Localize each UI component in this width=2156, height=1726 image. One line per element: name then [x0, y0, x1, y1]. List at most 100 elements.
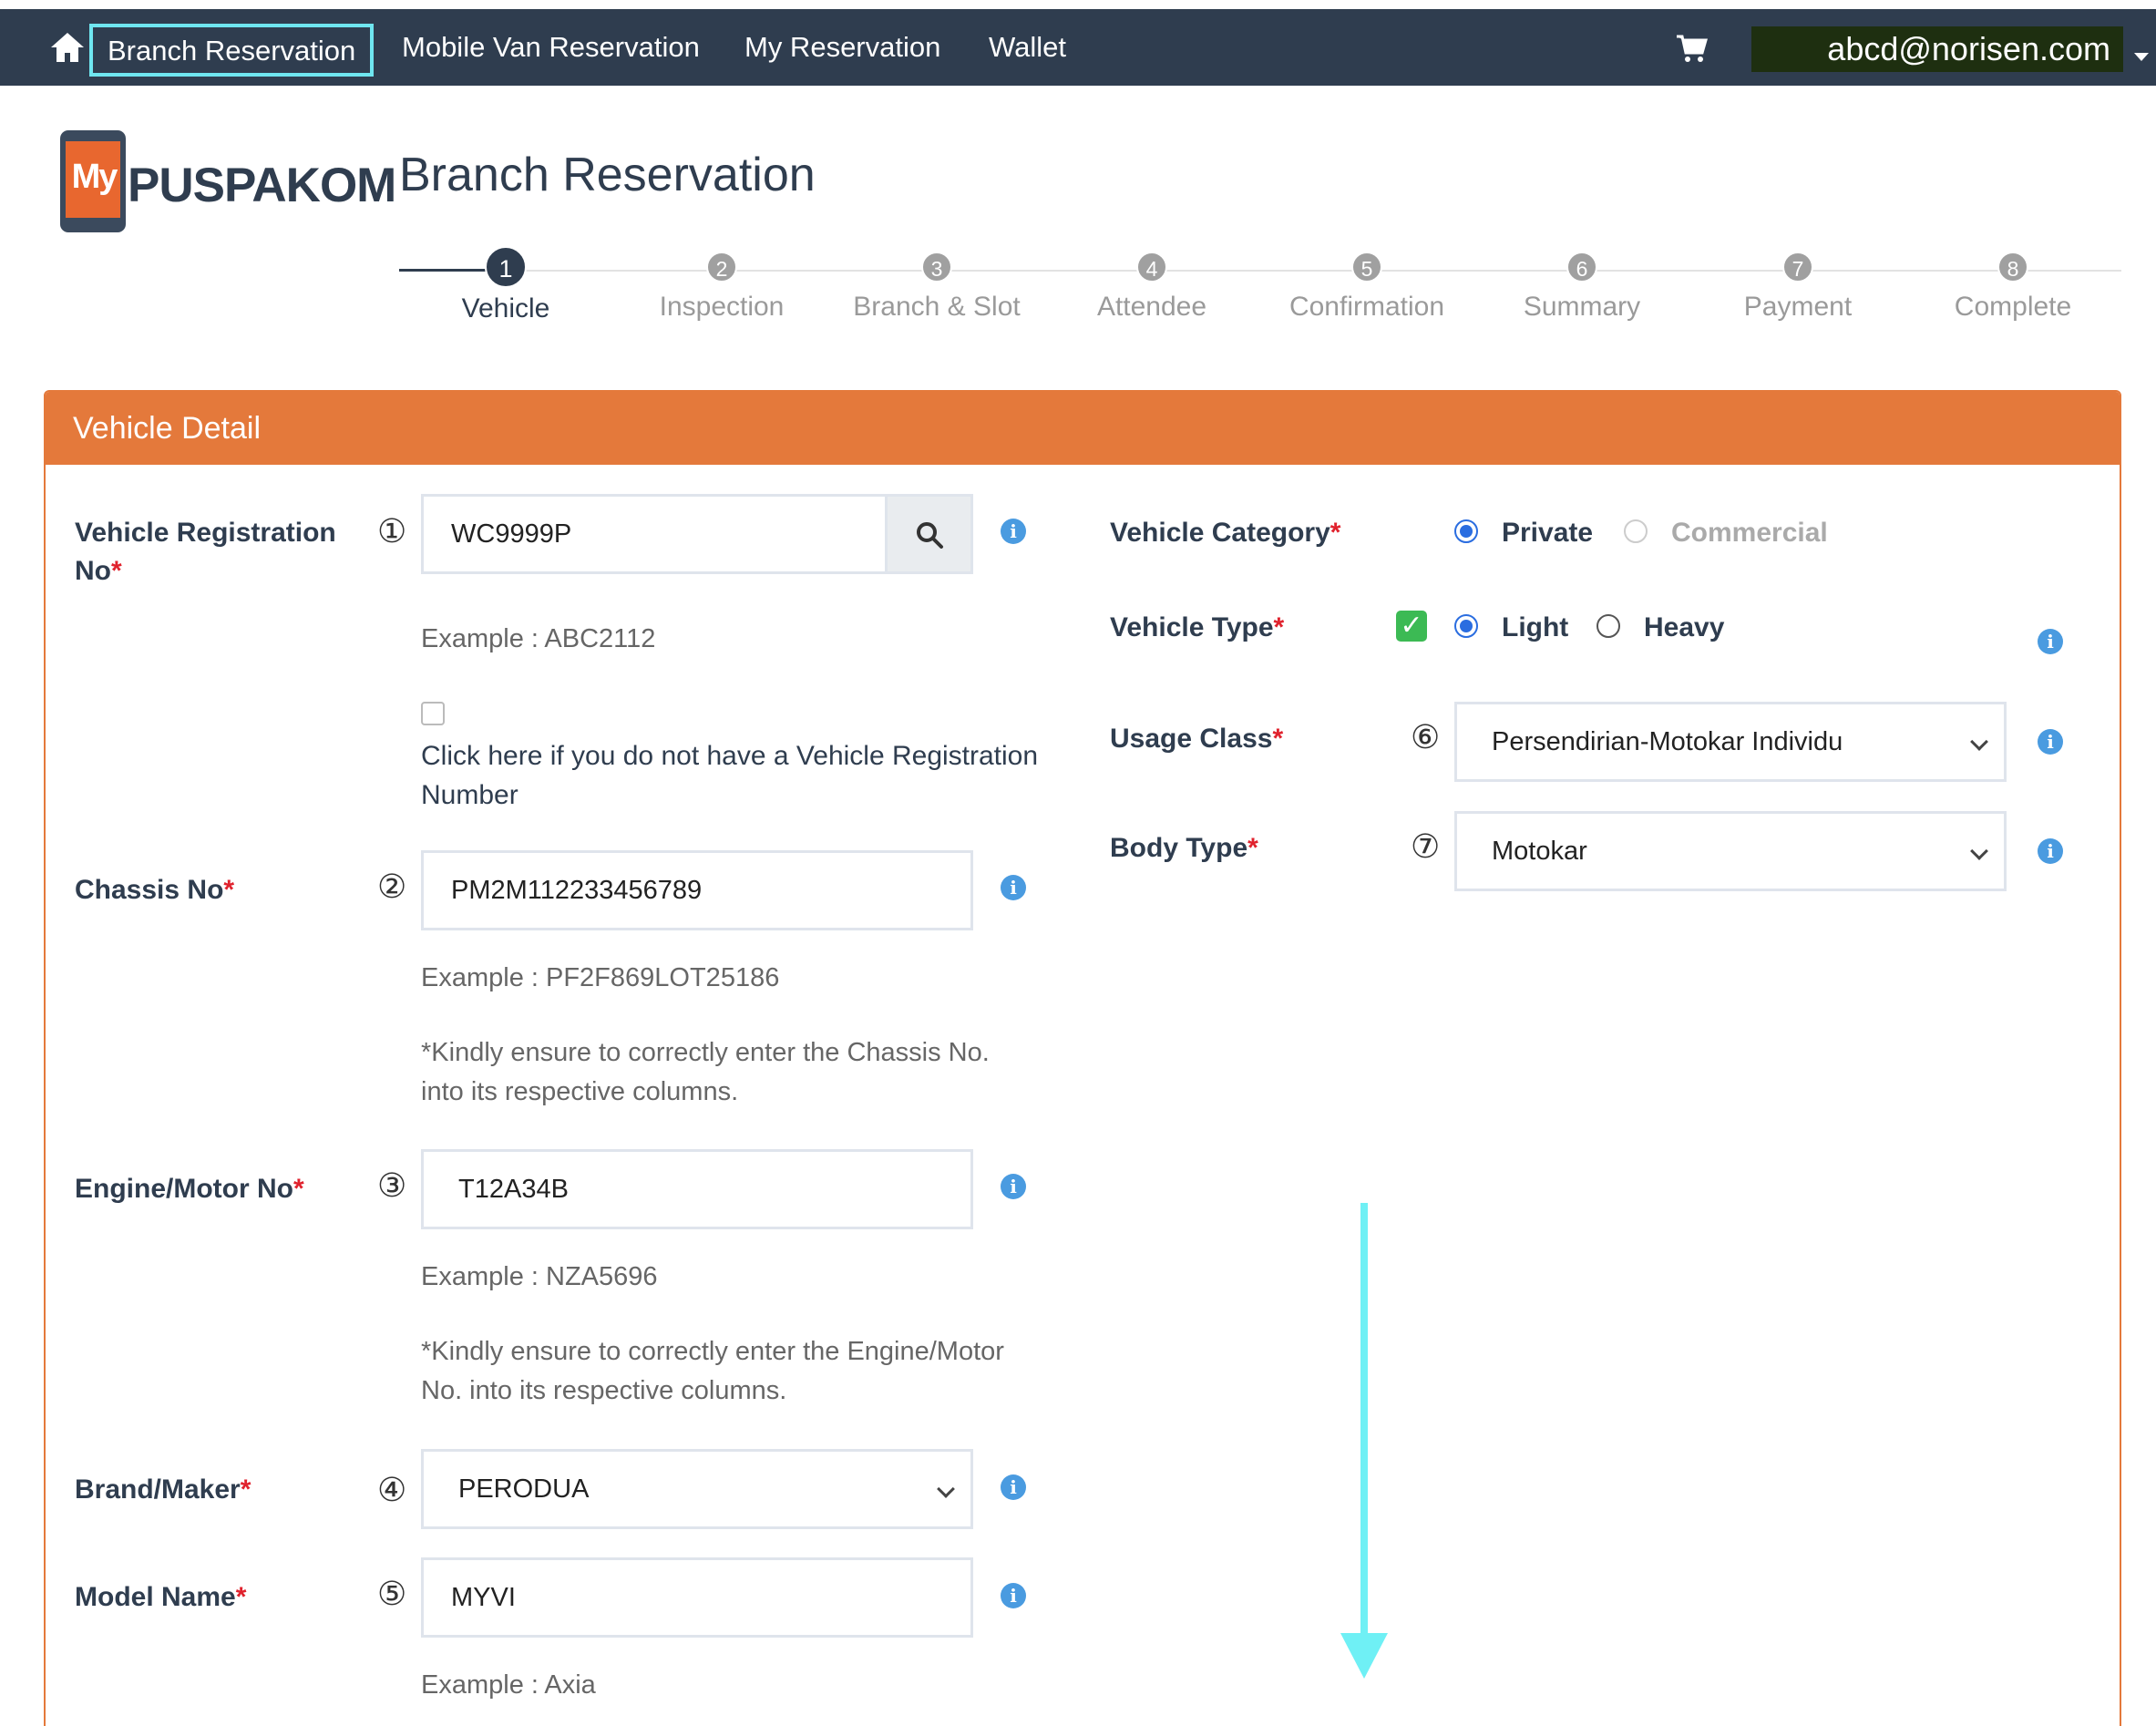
note-line-2: into its respective columns. — [421, 1077, 739, 1106]
brand-select[interactable]: PERODUA — [421, 1449, 973, 1529]
usage-class-select[interactable]: Persendirian-Motokar Individu — [1454, 702, 2007, 782]
nav-my-reservation[interactable]: My Reservation — [744, 9, 940, 86]
step-label: Branch & Slot — [853, 292, 1021, 322]
model-label: Model Name* — [75, 1578, 246, 1617]
required-mark: * — [111, 556, 122, 586]
user-email-menu[interactable]: abcd@norisen.com — [1751, 26, 2123, 72]
vehicle-registration-input[interactable]: WC9999P — [421, 494, 888, 574]
step-complete: 8 Complete — [1905, 252, 2120, 323]
mypuspakom-logo[interactable]: My PUSPAKOM — [60, 130, 396, 235]
step-attendee: 4 Attendee — [1044, 252, 1259, 323]
engine-note: *Kindly ensure to correctly enter the En… — [421, 1332, 1004, 1411]
chassis-input[interactable]: PM2M112233456789 — [421, 850, 973, 930]
marker-4: ④ — [377, 1471, 407, 1508]
engine-input[interactable]: T12A34B — [421, 1149, 973, 1229]
step-number: 7 — [1782, 252, 1813, 283]
step-number: 8 — [1997, 252, 2028, 283]
required-mark: * — [1247, 833, 1258, 863]
step-number: 2 — [706, 252, 737, 283]
step-number: 3 — [921, 252, 952, 283]
step-branch-slot: 3 Branch & Slot — [829, 252, 1044, 323]
type-heavy-label[interactable]: Heavy — [1644, 609, 1724, 647]
engine-label: Engine/Motor No* — [75, 1170, 304, 1208]
search-button[interactable] — [888, 494, 973, 574]
label-text: Engine/Motor No — [75, 1174, 293, 1204]
required-mark: * — [223, 875, 235, 905]
info-icon-brand[interactable]: i — [1001, 1474, 1026, 1500]
step-number: 5 — [1351, 252, 1382, 283]
info-icon-engine[interactable]: i — [1001, 1174, 1026, 1199]
nav-branch-reservation[interactable]: Branch Reservation — [89, 24, 375, 77]
checkbox-label-line-2: Number — [421, 780, 518, 810]
info-icon-model[interactable]: i — [1001, 1583, 1026, 1608]
marker-5: ⑤ — [377, 1575, 407, 1612]
body-type-label: Body Type* — [1110, 829, 1258, 868]
chassis-label: Chassis No* — [75, 871, 234, 909]
type-heavy-radio[interactable] — [1596, 614, 1620, 638]
category-private-radio[interactable] — [1454, 519, 1478, 543]
checkbox-label-line-1: Click here if you do not have a Vehicle … — [421, 741, 1039, 771]
chassis-note: *Kindly ensure to correctly enter the Ch… — [421, 1033, 990, 1112]
top-strip — [0, 0, 2156, 9]
marker-6: ⑥ — [1411, 718, 1441, 755]
step-label: Vehicle — [461, 293, 550, 324]
body-type-select[interactable]: Motokar — [1454, 811, 2007, 891]
note-line-2: No. into its respective columns. — [421, 1376, 787, 1405]
vehicle-registration-label: Vehicle Registration No* — [75, 514, 336, 591]
info-icon-registration[interactable]: i — [1001, 519, 1026, 544]
no-registration-checkbox-label[interactable]: Click here if you do not have a Vehicle … — [421, 736, 1038, 815]
required-mark: * — [293, 1174, 304, 1204]
step-number: 1 — [485, 246, 527, 288]
marker-2: ② — [377, 868, 407, 905]
marker-7: ⑦ — [1411, 827, 1441, 865]
type-light-radio[interactable] — [1454, 614, 1478, 638]
step-summary: 6 Summary — [1474, 252, 1689, 323]
caret-down-icon[interactable] — [2134, 53, 2149, 61]
category-commercial-radio[interactable] — [1624, 519, 1648, 543]
label-text: Vehicle Type — [1110, 612, 1274, 642]
type-light-label[interactable]: Light — [1502, 609, 1568, 647]
step-number: 6 — [1566, 252, 1597, 283]
marker-3: ③ — [377, 1166, 407, 1204]
step-label: Attendee — [1096, 292, 1207, 322]
arrow-head-icon — [1340, 1633, 1388, 1679]
step-vehicle: 1 Vehicle — [398, 246, 613, 324]
scroll-down-arrow-icon — [1360, 1203, 1368, 1640]
step-label: Inspection — [659, 292, 785, 322]
panel-title: Vehicle Detail — [46, 392, 2120, 465]
top-navbar: Branch Reservation Mobile Van Reservatio… — [0, 9, 2156, 86]
chevron-down-icon — [1970, 733, 1988, 751]
model-example: Example : Axia — [421, 1670, 596, 1700]
info-icon-usage-class[interactable]: i — [2038, 729, 2063, 755]
logo-my-text: My — [71, 158, 118, 196]
chevron-down-icon — [1970, 842, 1988, 860]
model-input[interactable]: MYVI — [421, 1557, 973, 1638]
engine-example: Example : NZA5696 — [421, 1262, 658, 1291]
marker-1: ① — [377, 512, 407, 550]
search-icon — [917, 522, 943, 549]
brand-label: Brand/Maker* — [75, 1471, 251, 1509]
check-mark-icon: ✓ — [1396, 611, 1427, 642]
nav-wallet[interactable]: Wallet — [989, 9, 1066, 86]
label-text: Model Name — [75, 1582, 236, 1612]
step-number: 4 — [1136, 252, 1167, 283]
vehicle-detail-panel: Vehicle Detail Vehicle Registration No* … — [44, 390, 2121, 1726]
usage-class-label: Usage Class* — [1110, 720, 1283, 758]
label-text: Usage Class — [1110, 724, 1273, 754]
info-icon-chassis[interactable]: i — [1001, 875, 1026, 900]
label-text: Chassis No — [75, 875, 224, 905]
category-commercial-label[interactable]: Commercial — [1671, 514, 1828, 552]
no-registration-checkbox[interactable] — [421, 702, 445, 725]
note-line-1: *Kindly ensure to correctly enter the En… — [421, 1337, 1004, 1366]
cart-icon[interactable] — [1675, 33, 1708, 64]
home-icon[interactable] — [47, 29, 87, 66]
info-icon-body-type[interactable]: i — [2038, 838, 2063, 864]
category-private-label[interactable]: Private — [1502, 514, 1593, 552]
label-line-1: Vehicle Registration — [75, 518, 336, 548]
info-icon-vehicle-type[interactable]: i — [2038, 629, 2063, 654]
step-label: Complete — [1954, 292, 2072, 322]
nav-mobile-van-reservation[interactable]: Mobile Van Reservation — [402, 9, 700, 86]
required-mark: * — [235, 1582, 247, 1612]
required-mark: * — [1272, 724, 1284, 754]
label-text: Vehicle Category — [1110, 518, 1330, 548]
